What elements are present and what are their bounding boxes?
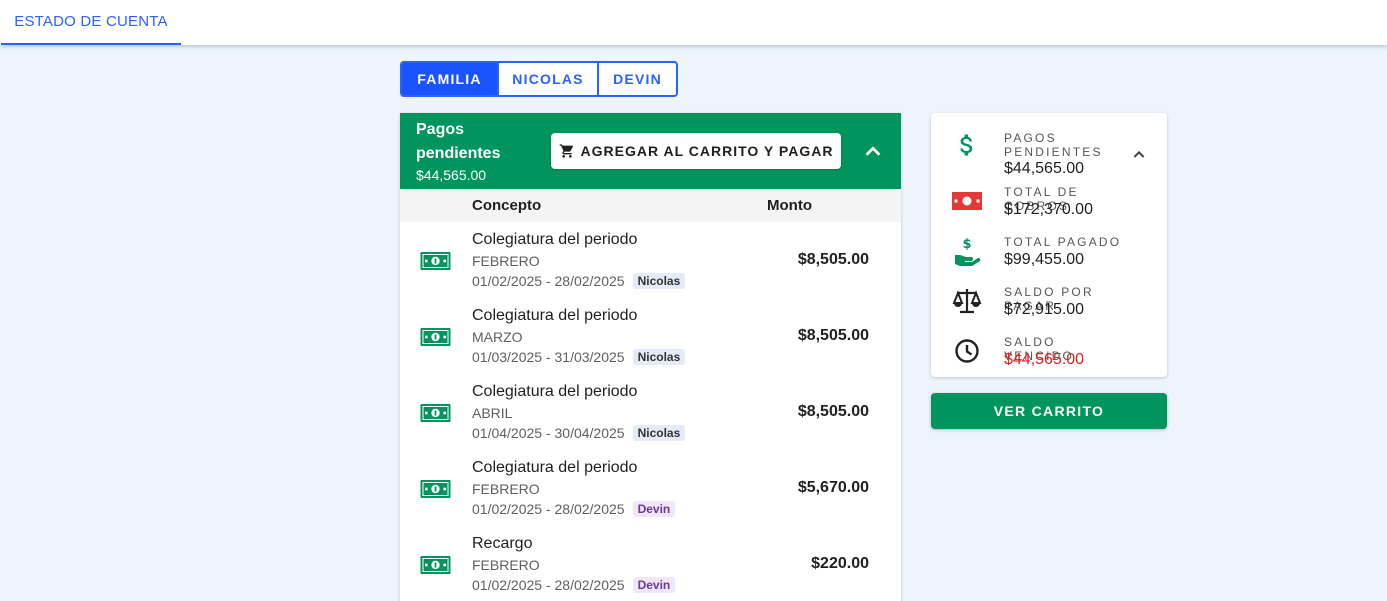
hand-coin-icon: $ (951, 235, 983, 267)
payment-period: FEBRERO (472, 253, 540, 269)
date-range-text: 01/03/2025 - 31/03/2025 (472, 349, 625, 365)
summary-total-pagado: $ TOTAL PAGADO $99,455.00 (931, 235, 1167, 285)
cash-icon (420, 480, 451, 498)
summary-saldo-por-pagar: SALDO POR PAGAR $72,915.00 (931, 285, 1167, 335)
list-item: Colegiatura del periodo ABRIL 01/04/2025 -… (400, 374, 901, 450)
student-badge: Nicolas (632, 425, 686, 441)
cash-icon (420, 252, 451, 270)
summary-label: TOTAL PAGADO (1004, 235, 1122, 249)
summary-pagos-pendientes: PAGOS PENDIENTES $44,565.00 (931, 123, 1167, 177)
payment-amount: $5,670.00 (797, 479, 869, 496)
summary-value: $44,565.00 (1004, 160, 1085, 177)
summary-label: PAGOS PENDIENTES (1004, 131, 1103, 159)
payment-period: ABRIL (472, 405, 513, 421)
student-badge: Devin (632, 577, 676, 593)
payment-period: FEBRERO (472, 481, 540, 497)
list-item: Colegiatura del periodo FEBRERO 01/02/2025… (400, 450, 901, 526)
column-concept: Concepto (472, 197, 542, 214)
summary-value: $44,565.00 (1004, 351, 1085, 368)
payment-period: MARZO (472, 329, 523, 345)
svg-text:$: $ (962, 237, 971, 252)
add-to-cart-and-pay-label: AGREGAR AL CARRITO Y PAGAR (580, 143, 834, 159)
payment-date-range: 01/02/2025 - 28/02/2025 Devin (472, 577, 676, 593)
toggle-devin[interactable]: DEVIN (597, 63, 676, 95)
summary-value: $99,455.00 (1004, 251, 1085, 268)
chevron-up-icon[interactable] (862, 141, 884, 163)
column-amount: Monto (767, 197, 812, 214)
payment-amount: $8,505.00 (797, 251, 869, 268)
dollar-icon (951, 129, 983, 161)
summary-saldo-vencido: SALDO VENCIDO $44,565.00 (931, 335, 1167, 385)
pending-payments-amount: $44,565.00 (416, 167, 487, 183)
list-item: Colegiatura del periodo FEBRERO 01/02/2025… (400, 222, 901, 298)
payment-concept: Colegiatura del periodo (472, 307, 638, 324)
bill-icon (951, 185, 983, 217)
summary-total-de-cobros: TOTAL DE COBROS $172,370.00 (931, 185, 1167, 235)
top-bar: ESTADO DE CUENTA (0, 0, 1387, 45)
summary-value: $72,915.00 (1004, 301, 1085, 318)
summary-panel: PAGOS PENDIENTES $44,565.00 TOTAL DE COB… (931, 113, 1167, 377)
pending-payments-header: Pagos pendientes $44,565.00 AGREGAR AL C… (400, 113, 901, 189)
cash-icon (420, 404, 451, 422)
toggle-familia[interactable]: FAMILIA (402, 63, 497, 95)
clock-icon (951, 335, 983, 367)
payment-concept: Colegiatura del periodo (472, 459, 638, 476)
summary-value: $172,370.00 (1004, 201, 1093, 218)
chevron-up-icon[interactable] (1131, 147, 1147, 163)
date-range-text: 01/04/2025 - 30/04/2025 (472, 425, 625, 441)
payment-amount: $8,505.00 (797, 403, 869, 420)
payment-amount: $220.00 (811, 555, 869, 572)
payment-date-range: 01/03/2025 - 31/03/2025 Nicolas (472, 349, 686, 365)
list-item: Recargo FEBRERO 01/02/2025 - 28/02/2025 Dev… (400, 526, 901, 601)
tab-estado-de-cuenta[interactable]: ESTADO DE CUENTA (1, 0, 181, 45)
cash-icon (420, 556, 451, 574)
student-badge: Nicolas (632, 273, 686, 289)
payment-date-range: 01/02/2025 - 28/02/2025 Nicolas (472, 273, 686, 289)
payment-concept: Recargo (472, 535, 533, 552)
cart-icon (559, 144, 573, 158)
table-header: Concepto Monto (400, 189, 901, 222)
student-badge: Devin (632, 501, 676, 517)
payments-list: Colegiatura del periodo FEBRERO 01/02/2025… (400, 222, 901, 601)
pending-payments-title: Pagos pendientes (416, 121, 501, 162)
toggle-nicolas[interactable]: NICOLAS (497, 63, 597, 95)
payment-amount: $8,505.00 (797, 327, 869, 344)
date-range-text: 01/02/2025 - 28/02/2025 (472, 577, 625, 593)
payment-concept: Colegiatura del periodo (472, 383, 638, 400)
student-toggle: FAMILIA NICOLAS DEVIN (400, 61, 678, 97)
payment-concept: Colegiatura del periodo (472, 231, 638, 248)
pending-payments-card: Pagos pendientes $44,565.00 AGREGAR AL C… (400, 113, 901, 601)
payment-date-range: 01/04/2025 - 30/04/2025 Nicolas (472, 425, 686, 441)
list-item: Colegiatura del periodo MARZO 01/03/2025 -… (400, 298, 901, 374)
date-range-text: 01/02/2025 - 28/02/2025 (472, 501, 625, 517)
date-range-text: 01/02/2025 - 28/02/2025 (472, 273, 625, 289)
add-to-cart-and-pay-button[interactable]: AGREGAR AL CARRITO Y PAGAR (551, 133, 841, 169)
student-badge: Nicolas (632, 349, 686, 365)
scale-icon (951, 285, 983, 317)
payment-date-range: 01/02/2025 - 28/02/2025 Devin (472, 501, 676, 517)
payment-period: FEBRERO (472, 557, 540, 573)
ver-carrito-button[interactable]: VER CARRITO (931, 393, 1167, 429)
cash-icon (420, 328, 451, 346)
